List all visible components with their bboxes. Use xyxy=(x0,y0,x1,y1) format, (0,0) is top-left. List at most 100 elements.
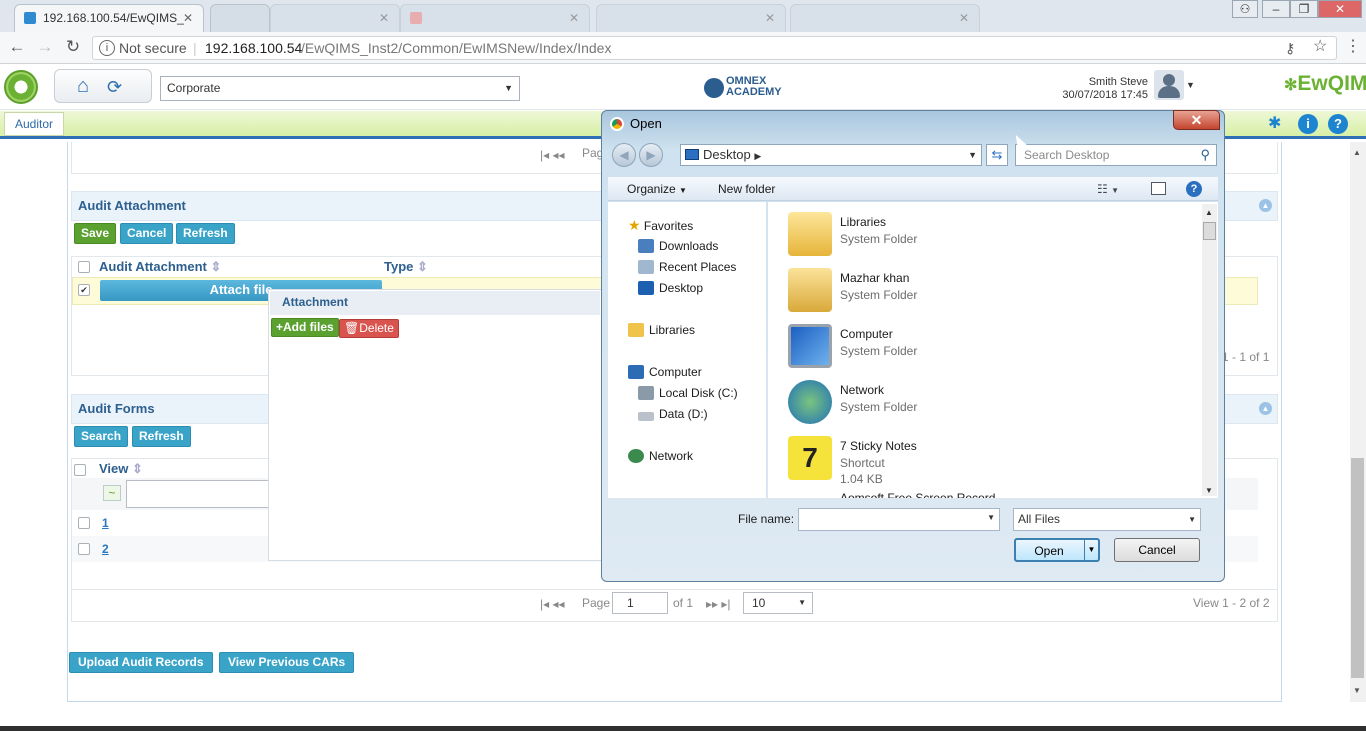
file-name-input[interactable]: ▼ xyxy=(798,508,1000,531)
key-icon[interactable]: ⚷ xyxy=(1285,37,1295,59)
close-window-button[interactable]: ✕ xyxy=(1318,0,1362,18)
nav-local-disk[interactable]: Local Disk (C:) xyxy=(638,385,738,402)
page-size-select[interactable]: 10 ▼ xyxy=(743,592,813,614)
page-scrollbar[interactable]: ▲ ▼ xyxy=(1350,142,1366,702)
search-desktop-input[interactable]: Search Desktop ⚲ xyxy=(1015,144,1217,166)
file-item-partial[interactable]: Aomsoft Free Screen Record xyxy=(840,490,1020,498)
file-item-computer[interactable]: Computer System Folder xyxy=(768,322,1188,378)
file-item-user-folder[interactable]: Mazhar khan System Folder xyxy=(768,266,1188,322)
cancel-button[interactable]: Cancel xyxy=(120,223,174,244)
file-list-scrollbar[interactable]: ▲ ▼ xyxy=(1202,204,1217,496)
tab-auditor[interactable]: Auditor xyxy=(4,112,64,136)
row-checkbox[interactable] xyxy=(78,517,90,529)
info-icon[interactable]: i xyxy=(99,40,115,56)
scroll-thumb[interactable] xyxy=(1203,222,1216,240)
cancel-button[interactable]: Cancel xyxy=(1114,538,1200,562)
address-bar[interactable]: i Not secure | 192.168.100.54 /EwQIMS_In… xyxy=(92,36,1337,60)
pager-next-last-icon[interactable]: ▸▸ ▸| xyxy=(706,597,731,611)
reload-icon[interactable]: ↻ xyxy=(62,36,84,58)
change-view-icon[interactable]: ☷ ▼ xyxy=(1097,182,1119,196)
pin-icon[interactable]: ✱ xyxy=(1268,113,1281,133)
maximize-button[interactable]: ❐ xyxy=(1290,0,1318,18)
scroll-up-icon[interactable]: ▲ xyxy=(1353,148,1361,157)
new-folder-button[interactable]: New folder xyxy=(718,182,775,196)
dropdown-arrow-icon[interactable]: ▼ xyxy=(987,513,995,522)
collapse-icon[interactable]: ▲ xyxy=(1259,402,1272,415)
upload-audit-records-button[interactable]: Upload Audit Records xyxy=(69,652,213,673)
browser-menu-icon[interactable]: ⋮ xyxy=(1342,36,1364,58)
scroll-up-icon[interactable]: ▲ xyxy=(1205,208,1213,217)
select-all-checkbox[interactable] xyxy=(74,464,86,476)
view-previous-cars-button[interactable]: View Previous CARs xyxy=(219,652,355,673)
nav-favorites[interactable]: ★ Favorites xyxy=(628,217,693,234)
nav-computer[interactable]: Computer xyxy=(628,364,702,381)
nav-recent-places[interactable]: Recent Places xyxy=(638,259,736,276)
open-split-arrow-icon[interactable]: ▼ xyxy=(1084,540,1098,560)
search-icon[interactable]: ⚲ xyxy=(1200,145,1210,165)
dialog-back-icon[interactable]: ◀ xyxy=(612,143,636,167)
location-dropdown-icon[interactable]: ▼ xyxy=(968,145,977,165)
nav-libraries[interactable]: Libraries xyxy=(628,322,695,339)
location-breadcrumb[interactable]: Desktop ▶ ▼ xyxy=(680,144,982,166)
browser-tab-active[interactable]: 192.168.100.54/EwQIMS_ ✕ xyxy=(14,4,204,32)
form-link-2[interactable]: 2 xyxy=(102,542,109,556)
browser-tab-bg[interactable]: ✕ xyxy=(400,4,590,32)
refresh-button[interactable]: Refresh xyxy=(176,223,235,244)
select-all-checkbox[interactable] xyxy=(78,261,90,273)
drive-icon xyxy=(638,386,654,400)
info-circle-icon[interactable]: i xyxy=(1298,114,1318,134)
column-header-view[interactable]: View ⇕ xyxy=(99,461,143,477)
save-button[interactable]: Save xyxy=(74,223,117,244)
file-type-select[interactable]: All Files ▼ xyxy=(1013,508,1201,531)
organize-menu[interactable]: Organize ▼ xyxy=(627,182,687,196)
browser-tab-bg[interactable]: ✕ xyxy=(270,4,400,32)
open-button[interactable]: Open ▼ xyxy=(1014,538,1100,562)
preview-pane-icon[interactable] xyxy=(1151,182,1166,195)
bookmark-star-icon[interactable]: ☆ xyxy=(1313,36,1327,58)
scroll-down-icon[interactable]: ▼ xyxy=(1353,686,1361,695)
nav-desktop[interactable]: Desktop xyxy=(638,280,703,297)
collapse-icon[interactable]: ▲ xyxy=(1259,199,1272,212)
column-header-attachment[interactable]: Audit Attachment ⇕ xyxy=(99,259,221,275)
nav-data-disk[interactable]: Data (D:) xyxy=(638,406,708,423)
app-logo-icon[interactable] xyxy=(4,70,38,104)
minimize-button[interactable]: – xyxy=(1262,0,1290,18)
browser-tab-new[interactable] xyxy=(210,4,270,32)
dialog-forward-icon[interactable]: ▶ xyxy=(639,143,663,167)
row-checkbox[interactable] xyxy=(78,543,90,555)
close-tab-icon[interactable]: ✕ xyxy=(183,5,193,31)
pager-first-prev-icon[interactable]: |◂ ◂◂ xyxy=(540,148,565,162)
file-item-libraries[interactable]: Libraries System Folder xyxy=(768,210,1188,266)
form-link-1[interactable]: 1 xyxy=(102,516,109,530)
refresh-location-icon[interactable]: ⇆ xyxy=(986,144,1008,166)
filter-operator[interactable]: ~ xyxy=(103,485,121,501)
scroll-down-icon[interactable]: ▼ xyxy=(1205,486,1213,495)
nav-downloads[interactable]: Downloads xyxy=(638,238,718,255)
refresh-button[interactable]: Refresh xyxy=(132,426,191,447)
delete-button[interactable]: 🗑Delete xyxy=(339,319,399,338)
home-icon[interactable]: ⌂ xyxy=(77,75,89,97)
search-button[interactable]: Search xyxy=(74,426,129,447)
row-checkbox[interactable]: ✔ xyxy=(78,284,90,296)
page-number-input[interactable]: 1 xyxy=(612,592,668,614)
add-files-button[interactable]: +Add files xyxy=(271,318,339,337)
file-item-sticky-notes[interactable]: 7 7 Sticky Notes Shortcut 1.04 KB xyxy=(768,434,1188,486)
back-icon[interactable]: ← xyxy=(6,36,28,58)
browser-tab-bg[interactable]: ✕ xyxy=(790,4,980,32)
pager-first-prev-icon[interactable]: |◂ ◂◂ xyxy=(540,597,565,611)
browser-tab-bg[interactable]: ✕ xyxy=(596,4,786,32)
dialog-help-icon[interactable]: ? xyxy=(1186,181,1202,197)
column-header-type[interactable]: Type ⇕ xyxy=(384,259,428,275)
file-item-network[interactable]: Network System Folder xyxy=(768,378,1188,434)
nav-network[interactable]: Network xyxy=(628,448,693,465)
filter-input[interactable] xyxy=(126,480,276,508)
user-profile-icon[interactable]: ⚇ xyxy=(1232,0,1258,18)
avatar[interactable] xyxy=(1154,70,1184,100)
refresh-sync-icon[interactable]: ⟳ xyxy=(107,76,122,98)
help-icon[interactable]: ? xyxy=(1328,114,1348,134)
forward-icon[interactable]: → xyxy=(34,36,56,58)
organization-select[interactable]: Corporate ▼ xyxy=(160,76,520,101)
scroll-thumb[interactable] xyxy=(1351,458,1364,678)
dialog-close-button[interactable]: ✕ xyxy=(1173,110,1220,130)
user-menu-arrow-icon[interactable]: ▼ xyxy=(1186,80,1195,90)
